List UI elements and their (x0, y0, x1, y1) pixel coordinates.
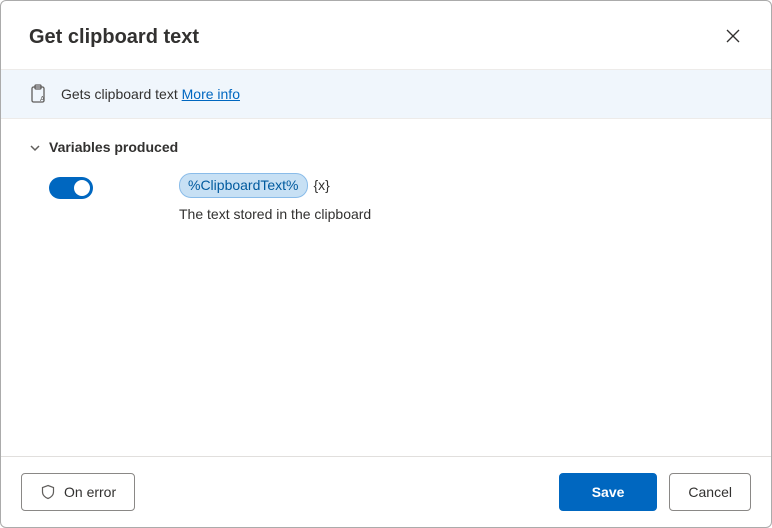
banner-desc: Gets clipboard text (61, 86, 182, 102)
chevron-down-icon (29, 141, 41, 153)
info-banner: A Gets clipboard text More info (1, 69, 771, 119)
svg-text:A: A (40, 96, 45, 103)
variables-section-toggle[interactable]: Variables produced (29, 139, 743, 155)
dialog-body: Variables produced %ClipboardText% {x} T… (1, 119, 771, 456)
dialog-footer: On error Save Cancel (1, 456, 771, 527)
cancel-button[interactable]: Cancel (669, 473, 751, 511)
shield-icon (40, 484, 56, 500)
variable-description: The text stored in the clipboard (179, 206, 743, 222)
on-error-label: On error (64, 484, 116, 500)
cancel-label: Cancel (688, 484, 732, 500)
dialog-header: Get clipboard text (1, 1, 771, 69)
close-icon (725, 28, 741, 47)
more-info-link[interactable]: More info (182, 86, 240, 102)
save-label: Save (592, 484, 625, 500)
save-button[interactable]: Save (559, 473, 658, 511)
variable-name-pill[interactable]: %ClipboardText% (179, 173, 308, 198)
on-error-button[interactable]: On error (21, 473, 135, 511)
variable-enabled-toggle[interactable] (49, 177, 93, 199)
close-button[interactable] (719, 23, 747, 51)
variable-type-suffix: {x} (314, 177, 330, 193)
clipboard-icon: A (29, 84, 47, 104)
banner-text: Gets clipboard text More info (61, 86, 240, 102)
dialog-title: Get clipboard text (29, 26, 199, 49)
variable-row: %ClipboardText% {x} The text stored in t… (29, 173, 743, 222)
section-heading: Variables produced (49, 139, 178, 155)
